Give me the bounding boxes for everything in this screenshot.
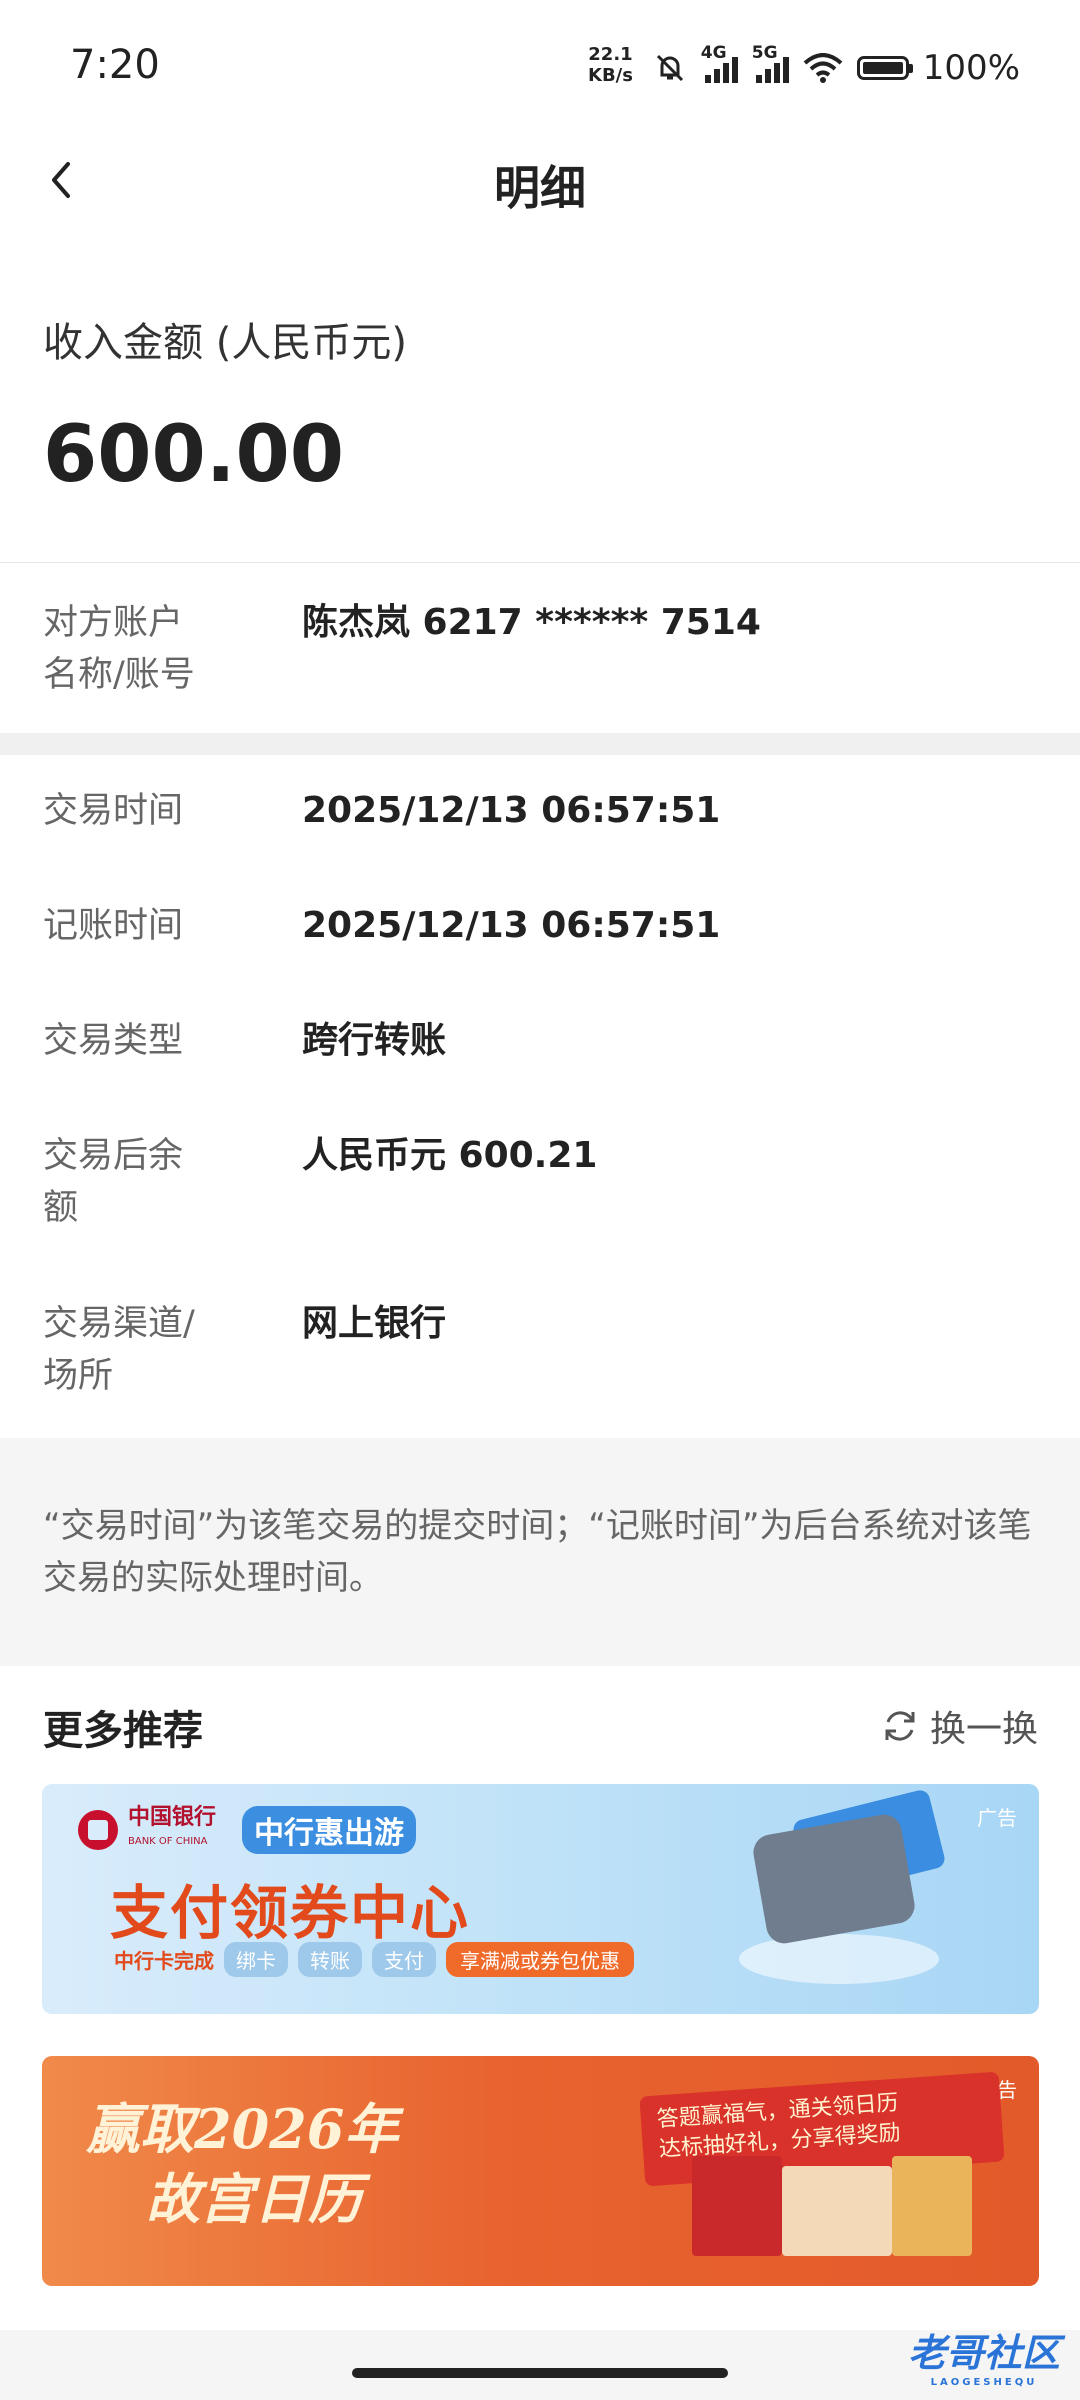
- counterparty-label: 对方账户 名称/账号: [43, 597, 218, 701]
- detail-value-posting-time: 2025/12/13 06:57:51: [302, 905, 721, 946]
- detail-label-balance: 交易后余 额: [43, 1130, 218, 1234]
- cellular-signal-4g-icon: 4G: [701, 43, 738, 83]
- mute-bell-icon: [656, 54, 683, 82]
- detail-label-channel-line1: 交易渠道/: [43, 1304, 195, 1344]
- ad-banner-palace-calendar[interactable]: 广告 赢取2026年 故宫日历 答题赢福气，通关领日历 达标抽好礼，分享得奖励: [42, 2056, 1039, 2286]
- counterparty-value: 陈杰岚 6217 ****** 7514: [302, 602, 761, 643]
- detail-value-trade-type: 跨行转账: [302, 1020, 447, 1061]
- refresh-button[interactable]: 换一换: [880, 1700, 1038, 1752]
- amount-value: 600.00: [43, 410, 344, 500]
- note-section: “交易时间”为该笔交易的提交时间；“记账时间”为后台系统对该笔交易的实际处理时间…: [0, 1438, 1080, 1666]
- calendar-book-illustration: [782, 2166, 892, 2256]
- battery-percent: 100%: [922, 48, 1020, 88]
- bank-name: 中国银行 BANK OF CHINA: [128, 1806, 216, 1854]
- chip-bind-card: 绑卡: [224, 1942, 288, 1977]
- calendar-book-illustration: [892, 2156, 972, 2256]
- network-speed-value: 22.1: [588, 44, 633, 65]
- amount-section: 收入金额 (人民币元) 600.00: [0, 270, 1080, 563]
- chip-transfer: 转账: [298, 1942, 362, 1977]
- detail-value-balance: 人民币元 600.21: [302, 1135, 598, 1176]
- network-speed-unit: KB/s: [588, 65, 633, 86]
- banner-title: 赢取2026年 故宫日历: [86, 2094, 606, 2234]
- detail-label-channel-line2: 场所: [43, 1356, 114, 1396]
- detail-value-trade-time: 2025/12/13 06:57:51: [302, 790, 721, 831]
- network-speed: 22.1 KB/s: [588, 44, 633, 86]
- cellular-signal-5g-icon: 5G: [752, 43, 789, 83]
- recommendations-title: 更多推荐: [43, 1708, 203, 1754]
- amount-label: 收入金额 (人民币元): [43, 320, 407, 366]
- counterparty-row: 对方账户 名称/账号 陈杰岚 6217 ****** 7514: [0, 563, 1080, 733]
- ad-banner-payment-coupons[interactable]: 广告 中国银行 BANK OF CHINA 中行惠出游 支付领券中心 中行卡完成…: [42, 1784, 1039, 2014]
- wifi-icon: [803, 53, 843, 83]
- counterparty-label-line2: 名称/账号: [43, 655, 195, 695]
- watermark-sub: LAOGESHEQU: [930, 2377, 1038, 2388]
- counterparty-label-line1: 对方账户: [43, 603, 184, 643]
- calendar-book-illustration: [692, 2156, 782, 2256]
- ad-tag: 广告: [977, 1806, 1017, 1830]
- battery-icon: [856, 56, 913, 80]
- signal-5g-label: 5G: [751, 43, 778, 63]
- watermark-text: 老哥社区: [907, 2331, 1060, 2375]
- detail-label-channel: 交易渠道/ 场所: [43, 1298, 218, 1402]
- chip-pay: 支付: [372, 1942, 436, 1977]
- bank-of-china-logo: 中国银行 BANK OF CHINA 中行惠出游: [78, 1806, 417, 1854]
- detail-value-channel: 网上银行: [302, 1303, 447, 1344]
- detail-label-trade-type: 交易类型: [43, 1021, 184, 1061]
- status-time: 7:20: [70, 42, 160, 88]
- display-stand-illustration: [739, 1934, 939, 1984]
- wallet-illustration: [750, 1811, 918, 1947]
- status-icons: 4G 5G 100%: [653, 43, 1020, 92]
- bank-of-china-icon: [78, 1810, 118, 1850]
- detail-label-balance-line1: 交易后余: [43, 1136, 184, 1176]
- banner-lead: 中行卡完成: [114, 1949, 214, 1973]
- home-indicator[interactable]: [352, 2368, 728, 2378]
- refresh-icon: [885, 1711, 915, 1741]
- detail-label-balance-line2: 额: [43, 1188, 79, 1228]
- watermark-logo: 老哥社区 LAOGESHEQU: [908, 2322, 1060, 2388]
- detail-label-posting-time: 记账时间: [43, 906, 184, 946]
- transaction-details: 交易时间 2025/12/13 06:57:51 记账时间 2025/12/13…: [0, 755, 1080, 1438]
- detail-label-trade-time: 交易时间: [43, 791, 184, 831]
- banner-title-line1: 赢取2026年: [86, 2097, 399, 2161]
- signal-4g-label: 4G: [700, 43, 727, 63]
- banner-title-line2: 故宫日历: [146, 2167, 362, 2231]
- bank-name-cn: 中国银行: [128, 1805, 217, 1830]
- bank-name-en: BANK OF CHINA: [128, 1836, 208, 1847]
- recommendations-section: 更多推荐 换一换 广告 中国银行 BANK OF CHINA 中行惠出游 支付领…: [0, 1666, 1080, 2330]
- chip-highlight: 享满减或券包优惠: [446, 1942, 634, 1977]
- banner-chips: 中行卡完成 绑卡 转账 支付 享满减或券包优惠: [114, 1942, 634, 1977]
- section-divider: [0, 733, 1080, 755]
- page-title: 明细: [494, 161, 586, 215]
- banner-title: 支付领券中心: [110, 1879, 471, 1947]
- note-text: “交易时间”为该笔交易的提交时间；“记账时间”为后台系统对该笔交易的实际处理时间…: [43, 1506, 1032, 1598]
- refresh-label: 换一换: [929, 1709, 1038, 1750]
- status-bar: 7:20 22.1 KB/s 4G 5G 100%: [0, 0, 1080, 140]
- sub-brand: 中行惠出游: [242, 1806, 417, 1854]
